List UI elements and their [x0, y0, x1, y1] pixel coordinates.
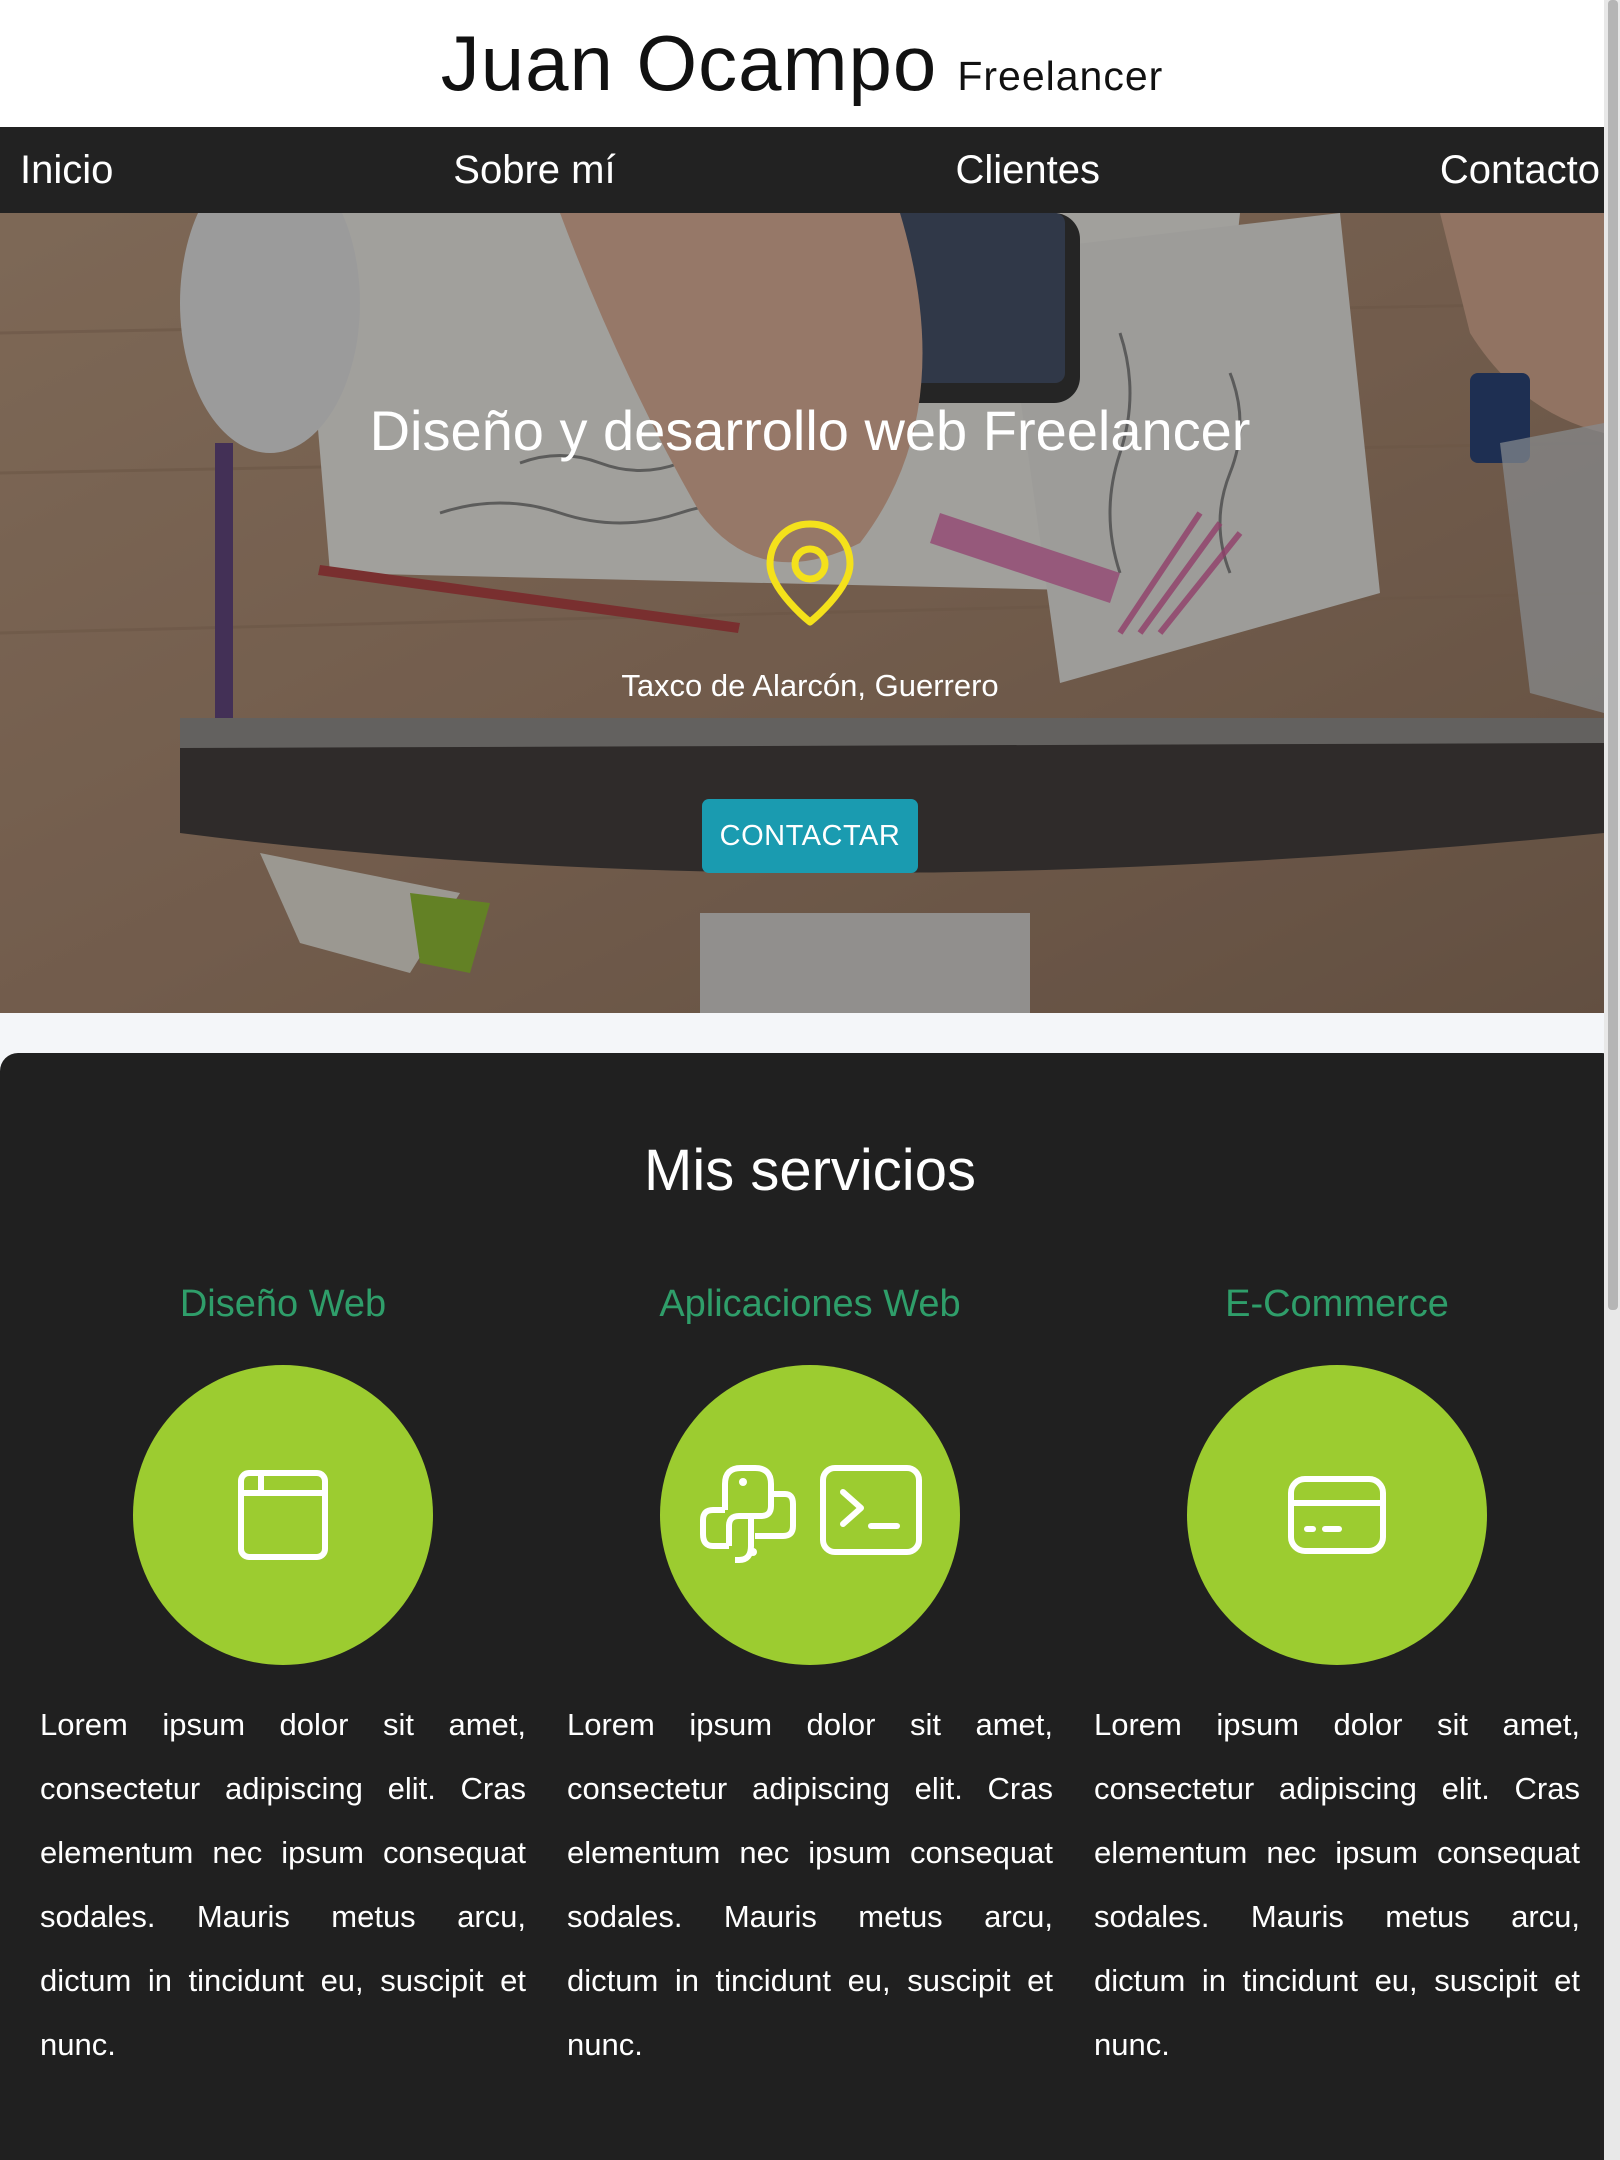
- service-icon-circle: [133, 1365, 433, 1665]
- site-name: Juan Ocampo: [440, 19, 938, 107]
- browser-window-icon: [238, 1470, 328, 1560]
- services-section: Mis servicios Diseño Web Lorem ipsum dol…: [0, 1053, 1620, 2160]
- contactar-button[interactable]: CONTACTAR: [702, 799, 918, 873]
- hero-content: Diseño y desarrollo web Freelancer Taxco…: [0, 213, 1604, 1013]
- service-icon-circle: [660, 1365, 960, 1665]
- page-scrollbar[interactable]: [1604, 0, 1620, 2160]
- service-description: Lorem ipsum dolor sit amet, consectetur …: [1094, 1707, 1580, 2062]
- credit-card-icon: [1288, 1476, 1386, 1554]
- map-pin-icon: [766, 520, 854, 626]
- site-title: Juan Ocampo Freelancer: [441, 18, 1164, 109]
- site-subtitle: Freelancer: [957, 53, 1164, 99]
- scrollbar-thumb[interactable]: [1608, 0, 1618, 1310]
- nav-link-inicio[interactable]: Inicio: [20, 148, 113, 193]
- nav-link-clientes[interactable]: Clientes: [955, 148, 1100, 193]
- nav-link-contacto[interactable]: Contacto: [1440, 148, 1600, 193]
- python-terminal-icon: [700, 1465, 922, 1563]
- service-title: E-Commerce: [1225, 1283, 1449, 1325]
- main-nav: Inicio Sobre mí Clientes Contacto: [0, 127, 1604, 213]
- service-icon-circle: [1187, 1365, 1487, 1665]
- services-title: Mis servicios: [644, 1138, 976, 1203]
- site-header: Juan Ocampo Freelancer: [0, 0, 1604, 127]
- service-description: Lorem ipsum dolor sit amet, consectetur …: [567, 1707, 1053, 2062]
- service-title: Diseño Web: [179, 1283, 387, 1325]
- service-description: Lorem ipsum dolor sit amet, consectetur …: [40, 1707, 526, 2062]
- hero-location: Taxco de Alarcón, Guerrero: [621, 668, 999, 703]
- hero-section: Diseño y desarrollo web Freelancer Taxco…: [0, 213, 1604, 1013]
- nav-link-sobre-mi[interactable]: Sobre mí: [453, 148, 615, 193]
- hero-title: Diseño y desarrollo web Freelancer: [369, 399, 1251, 462]
- service-title: Aplicaciones Web: [659, 1283, 961, 1325]
